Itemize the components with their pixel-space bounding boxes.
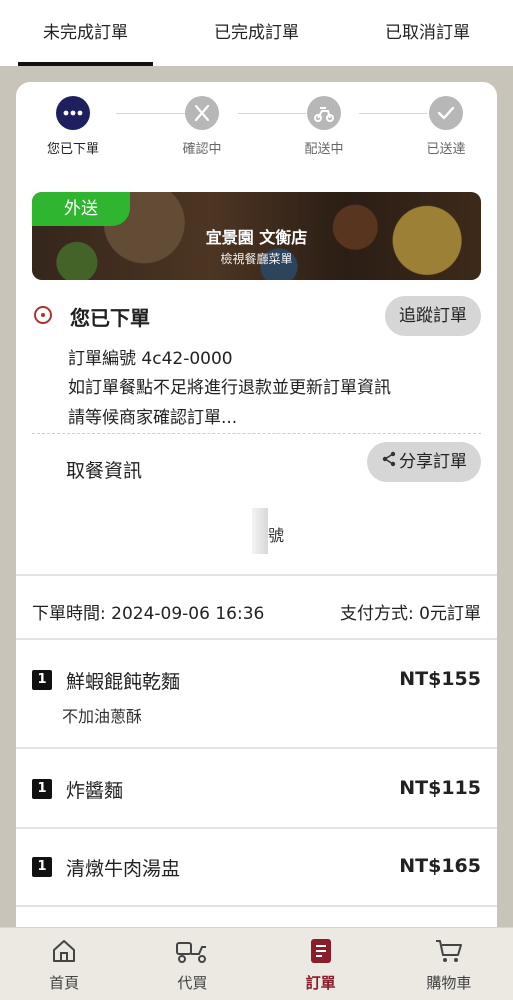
- status-target-icon: [34, 306, 52, 324]
- item-note: 不加油蔥酥: [62, 707, 143, 726]
- nav-label: 購物車: [426, 974, 472, 992]
- store-name: 宜景園 文衡店: [205, 228, 308, 247]
- order-tabs: 未完成訂單 已完成訂單 已取消訂單: [0, 0, 513, 66]
- divider: [16, 638, 497, 640]
- order-progress: 您已下單 確認中 配送中 已送達: [16, 82, 497, 182]
- item-quantity: 1: [32, 670, 52, 690]
- progress-step-delivering: 配送中: [289, 96, 359, 157]
- order-card: 您已下單 確認中 配送中 已送達 外送 宜景園 文衡店 檢視餐廳菜單 您已下單 …: [16, 82, 497, 982]
- delivery-scooter-icon: [128, 936, 256, 966]
- fork-knife-icon: [185, 96, 219, 130]
- nav-label: 訂單: [305, 974, 336, 992]
- payment-method: 支付方式: 0元訂單: [340, 604, 481, 624]
- item-name: 炸醬麵: [66, 780, 124, 802]
- item-name: 清燉牛肉湯盅: [66, 858, 181, 880]
- status-title: 您已下單: [70, 306, 150, 330]
- pickup-info-title: 取餐資訊: [66, 460, 143, 482]
- check-icon: [429, 96, 463, 130]
- item-price: NT$155: [399, 668, 481, 690]
- nav-errand[interactable]: 代買: [128, 928, 256, 1000]
- share-icon: [381, 442, 397, 482]
- pickup-number-redacted: [252, 508, 268, 554]
- delivery-badge: 外送: [32, 192, 130, 226]
- track-order-button[interactable]: 追蹤訂單: [385, 296, 481, 336]
- item-quantity: 1: [32, 857, 52, 877]
- order-document-icon: [257, 936, 385, 966]
- divider: [16, 574, 497, 576]
- item-quantity: 1: [32, 779, 52, 799]
- shopping-cart-icon: [385, 936, 513, 966]
- tab-incomplete-orders[interactable]: 未完成訂單: [0, 0, 171, 66]
- order-status-row: 您已下單 追蹤訂單: [32, 296, 481, 336]
- waiting-message: 請等候商家確認訂單...: [68, 408, 238, 428]
- divider: [16, 747, 497, 749]
- progress-step-label: 確認中: [182, 142, 222, 157]
- progress-step-placed: 您已下單: [38, 96, 108, 157]
- nav-orders[interactable]: 訂單: [257, 928, 385, 1000]
- progress-step-label: 已送達: [426, 142, 466, 157]
- progress-step-label: 配送中: [304, 142, 344, 157]
- divider: [16, 905, 497, 907]
- order-time: 下單時間: 2024-09-06 16:36: [32, 604, 265, 624]
- scooter-icon: [307, 96, 341, 130]
- item-name: 鮮蝦餛飩乾麵: [66, 671, 181, 693]
- home-icon: [0, 936, 128, 966]
- share-order-button[interactable]: 分享訂單: [367, 442, 481, 482]
- share-order-label: 分享訂單: [399, 452, 467, 472]
- nav-cart[interactable]: 購物車: [385, 928, 513, 1000]
- tab-cancelled-orders[interactable]: 已取消訂單: [342, 0, 513, 66]
- nav-label: 首頁: [49, 974, 80, 992]
- progress-step-confirming: 確認中: [167, 96, 237, 157]
- item-price: NT$115: [399, 777, 481, 799]
- progress-step-label: 您已下單: [46, 142, 99, 157]
- order-number: 訂單編號 4c42-0000: [68, 349, 233, 369]
- refund-message: 如訂單餐點不足將進行退款並更新訂單資訊: [68, 378, 391, 398]
- divider: [16, 827, 497, 829]
- pickup-number: 號: [252, 508, 292, 554]
- tab-completed-orders[interactable]: 已完成訂單: [171, 0, 342, 66]
- nav-home[interactable]: 首頁: [0, 928, 128, 1000]
- dashed-divider: [32, 433, 481, 434]
- store-banner[interactable]: 外送 宜景園 文衡店 檢視餐廳菜單: [32, 192, 481, 280]
- bottom-navigation: 首頁 代買 訂單 購物車: [0, 927, 513, 1000]
- pickup-number-suffix: 號: [268, 526, 285, 545]
- view-menu-link[interactable]: 檢視餐廳菜單: [32, 250, 481, 267]
- nav-label: 代買: [177, 974, 208, 992]
- progress-step-delivered: 已送達: [411, 96, 481, 157]
- item-price: NT$165: [399, 855, 481, 877]
- more-dots-icon: [56, 96, 90, 130]
